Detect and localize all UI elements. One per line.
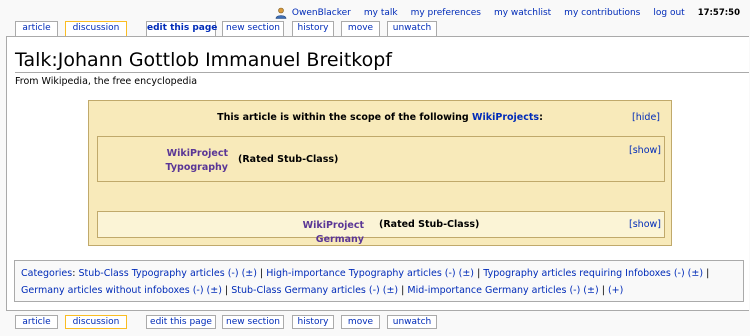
category-link[interactable]: High-importance Typography articles (-) … — [266, 268, 474, 279]
wikiprojects-banner: This article is within the scope of the … — [88, 100, 672, 246]
category-separator: | — [224, 285, 229, 296]
user-page-link[interactable]: OwenBlacker — [275, 7, 351, 19]
germany-rating: (Rated Stub-Class) — [379, 219, 480, 230]
tab-unwatch[interactable]: unwatch — [387, 315, 437, 329]
hide-button[interactable]: [hide] — [632, 112, 660, 123]
show-typography-button[interactable]: [show] — [629, 145, 661, 156]
page-tabs-top: article discussion edit this page new se… — [0, 21, 750, 36]
tab-new-section[interactable]: new section — [222, 21, 284, 36]
title-divider — [15, 72, 749, 73]
tab-move[interactable]: move — [341, 21, 380, 36]
tab-history[interactable]: history — [292, 21, 334, 36]
clock: 17:57:50 — [697, 8, 740, 18]
user-icon — [275, 7, 287, 19]
category-separator: | — [706, 268, 710, 279]
page-title: Talk:Johann Gottlob Immanuel Breitkopf — [15, 49, 392, 71]
tab-article[interactable]: article — [15, 315, 58, 329]
category-separator: | — [259, 268, 264, 279]
username: OwenBlacker — [291, 8, 351, 18]
wikiproject-germany-link[interactable]: WikiProject Germany — [258, 219, 364, 247]
category-link[interactable]: Stub-Class Typography articles (-) (±) — [78, 268, 257, 279]
category-separator: | — [601, 285, 605, 296]
tab-new-section[interactable]: new section — [222, 315, 284, 329]
wikiproject-germany-row: WikiProject Germany (Rated Stub-Class) [… — [97, 211, 665, 245]
category-link[interactable]: Germany articles without infoboxes (-) (… — [21, 285, 222, 296]
tab-unwatch[interactable]: unwatch — [387, 21, 437, 36]
banner-heading-prefix: This article is within the scope of the … — [217, 112, 469, 123]
my-talk-link[interactable]: my talk — [364, 8, 398, 18]
my-watchlist-link[interactable]: my watchlist — [494, 8, 551, 18]
wikiproject-typography-link[interactable]: WikiProject Typography — [142, 147, 228, 175]
category-separator: | — [477, 268, 481, 279]
add-category-button[interactable]: (+) — [608, 285, 623, 296]
wikiproject-typography-line1: WikiProject — [166, 148, 228, 159]
site-subtitle: From Wikipedia, the free encyclopedia — [15, 76, 198, 87]
my-contributions-link[interactable]: my contributions — [564, 8, 640, 18]
wikiproject-typography-line2: Typography — [165, 162, 228, 173]
typography-rating: (Rated Stub-Class) — [238, 154, 339, 165]
show-germany-button[interactable]: [show] — [629, 219, 661, 230]
tab-move[interactable]: move — [341, 315, 380, 329]
category-link[interactable]: Typography articles requiring Infoboxes … — [483, 268, 703, 279]
wikiproject-typography-row: WikiProject Typography (Rated Stub-Class… — [97, 136, 665, 182]
log-out-link[interactable]: log out — [653, 8, 684, 18]
categories-label[interactable]: Categories — [21, 268, 72, 279]
wikiprojects-link[interactable]: WikiProjects — [472, 112, 539, 123]
personal-tools: OwenBlacker my talk my preferences my wa… — [275, 6, 750, 20]
tab-article[interactable]: article — [15, 21, 58, 36]
banner-heading: This article is within the scope of the … — [89, 112, 671, 123]
tab-edit[interactable]: edit this page — [146, 315, 216, 329]
tab-history[interactable]: history — [292, 315, 334, 329]
tab-edit[interactable]: edit this page — [146, 21, 217, 36]
category-link[interactable]: Mid-importance Germany articles (-) (±) — [407, 285, 598, 296]
tab-discussion[interactable]: discussion — [65, 21, 127, 36]
banner-heading-suffix: : — [539, 112, 543, 123]
content-area: Talk:Johann Gottlob Immanuel Breitkopf F… — [6, 36, 749, 311]
category-separator: | — [401, 285, 405, 296]
my-preferences-link[interactable]: my preferences — [411, 8, 481, 18]
page-tabs-bottom: article discussion edit this page new se… — [0, 315, 750, 330]
category-links: Categories: Stub-Class Typography articl… — [14, 260, 744, 302]
category-link[interactable]: Stub-Class Germany articles (-) (±) — [231, 285, 398, 296]
tab-discussion[interactable]: discussion — [65, 315, 127, 329]
